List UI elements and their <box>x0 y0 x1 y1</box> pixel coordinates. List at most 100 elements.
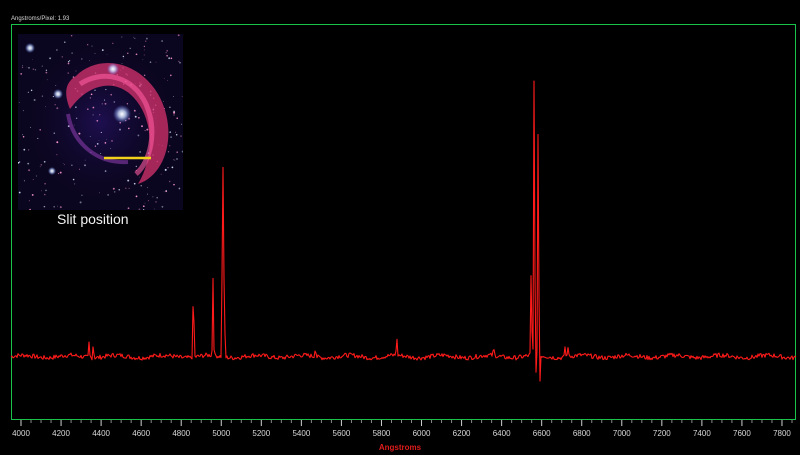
background-star <box>106 138 107 140</box>
background-star <box>179 62 181 64</box>
background-star <box>45 69 48 71</box>
background-star <box>113 101 116 103</box>
background-star <box>56 49 58 51</box>
background-star <box>142 59 144 61</box>
background-star <box>100 153 102 154</box>
background-star <box>128 187 130 189</box>
background-star <box>146 128 149 131</box>
background-star <box>28 169 31 172</box>
background-star <box>105 89 107 91</box>
background-star <box>169 131 172 134</box>
background-star <box>154 208 156 210</box>
background-star <box>143 45 146 48</box>
background-star <box>121 36 123 38</box>
background-star <box>94 52 96 54</box>
background-star <box>89 97 92 99</box>
background-star <box>67 72 69 74</box>
background-star <box>101 103 103 105</box>
background-star <box>67 62 70 65</box>
background-star <box>181 95 183 97</box>
background-star <box>103 99 106 101</box>
background-star <box>28 200 30 202</box>
background-star <box>18 191 21 194</box>
x-tick-label: 7400 <box>693 429 711 438</box>
x-tick-label: 6600 <box>533 429 551 438</box>
background-star <box>133 36 135 38</box>
background-star <box>145 37 148 40</box>
background-star <box>161 40 163 42</box>
background-star <box>89 135 91 137</box>
background-star <box>107 194 109 196</box>
background-star <box>30 126 31 128</box>
background-star <box>135 53 138 56</box>
background-star <box>143 54 145 56</box>
background-star <box>64 41 66 43</box>
background-star <box>96 143 99 145</box>
background-star <box>177 34 180 37</box>
background-star <box>138 113 140 115</box>
background-star <box>134 37 136 39</box>
background-star <box>170 57 173 60</box>
background-star <box>171 166 174 169</box>
x-tick-label: 6800 <box>573 429 591 438</box>
background-star <box>155 61 157 63</box>
background-star <box>41 190 43 192</box>
background-star <box>111 140 113 142</box>
background-star <box>44 193 46 196</box>
background-star <box>169 145 171 147</box>
background-star <box>178 187 181 190</box>
background-star <box>173 95 174 97</box>
background-star <box>163 191 165 193</box>
background-star <box>84 164 86 167</box>
background-star <box>54 104 56 106</box>
background-star <box>168 180 171 183</box>
background-star <box>32 179 34 180</box>
background-star <box>167 151 170 153</box>
background-star <box>122 58 124 60</box>
background-star <box>27 91 29 93</box>
x-tick-label: 7600 <box>733 429 751 438</box>
x-tick-label: 4000 <box>12 429 30 438</box>
background-star <box>126 103 129 105</box>
background-star <box>79 201 82 204</box>
background-star <box>69 60 71 62</box>
x-tick-label: 6000 <box>413 429 431 438</box>
background-star <box>40 164 43 166</box>
x-tick-label: 7000 <box>613 429 631 438</box>
background-star <box>72 178 75 181</box>
background-star <box>152 196 154 198</box>
background-star <box>160 173 162 175</box>
background-star <box>145 40 147 42</box>
x-tick-label: 6200 <box>453 429 471 438</box>
background-star <box>33 99 36 101</box>
x-tick-label: 5000 <box>212 429 230 438</box>
background-star <box>34 69 37 71</box>
background-star <box>122 55 125 58</box>
background-star <box>28 149 30 151</box>
background-star <box>125 187 127 190</box>
background-star <box>56 107 59 110</box>
background-star <box>104 102 107 105</box>
background-star <box>173 111 176 114</box>
background-star <box>169 74 172 77</box>
background-star <box>173 114 175 116</box>
background-star <box>163 78 165 79</box>
background-star <box>147 187 149 189</box>
background-star <box>166 49 169 52</box>
background-star <box>45 189 47 192</box>
background-star <box>81 194 83 197</box>
background-star <box>168 57 171 60</box>
background-star <box>175 131 177 133</box>
background-star <box>57 205 58 207</box>
background-star <box>118 189 120 191</box>
background-star <box>129 47 131 49</box>
background-star <box>119 128 121 131</box>
background-star <box>104 170 107 172</box>
background-star <box>75 70 77 72</box>
background-star <box>147 200 149 202</box>
background-star <box>22 110 24 112</box>
background-star <box>43 205 46 208</box>
background-star <box>59 206 62 209</box>
background-star <box>49 57 52 60</box>
background-star <box>59 171 62 174</box>
